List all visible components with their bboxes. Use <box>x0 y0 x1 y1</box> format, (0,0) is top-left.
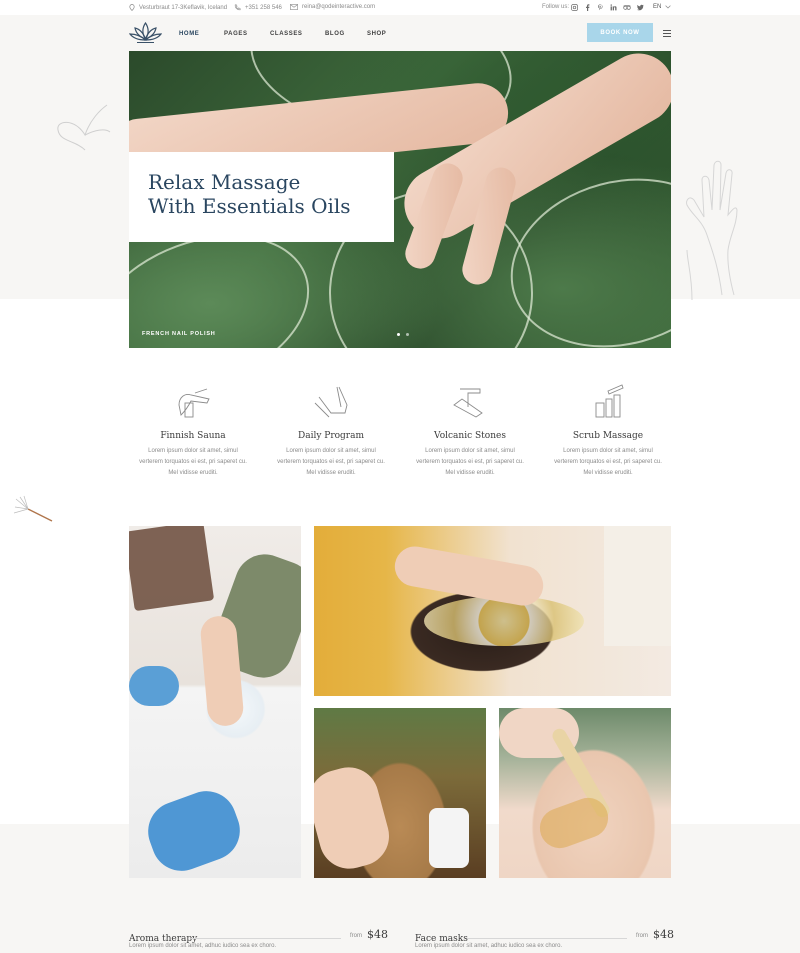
price-from-label: from <box>350 933 362 939</box>
language-text[interactable]: EN <box>653 4 661 10</box>
follow-label: Follow us: <box>542 4 569 10</box>
butterfly-decoration-icon <box>57 104 111 151</box>
service-title: Scrub Massage <box>572 431 644 441</box>
social-links <box>571 4 644 11</box>
pinterest-icon[interactable] <box>597 4 604 11</box>
top-info-bar: Vesturbraut 17-3Keflavik, Iceland +351 2… <box>0 0 800 15</box>
nav-item-blog[interactable]: BLOG <box>325 31 367 37</box>
nav-item-pages[interactable]: PAGES <box>224 31 270 37</box>
hero-caption: FRENCH NAIL POLISH <box>142 331 216 337</box>
email-text[interactable]: reina@qodeinteractive.com <box>302 4 375 10</box>
phone-text[interactable]: +351 258 546 <box>245 5 282 11</box>
language-selector[interactable]: EN <box>653 4 671 10</box>
price-item-face-masks[interactable]: Face masks from $48 Lorem ipsum dolor si… <box>415 928 674 949</box>
phone-info[interactable]: +351 258 546 <box>234 4 282 11</box>
service-description: Lorem ipsum dolor sit amet, simul verter… <box>139 448 247 476</box>
glove-shape <box>129 666 179 706</box>
service-title: Finnish Sauna <box>160 431 226 441</box>
menu-hamburger-icon[interactable] <box>663 30 671 37</box>
main-navigation: HOME PAGES CLASSES BLOG SHOP BOOK NOW <box>0 15 800 51</box>
slider-dot-1[interactable] <box>397 333 400 336</box>
lotus-logo-icon[interactable] <box>129 21 162 45</box>
price-value: $48 <box>653 928 674 941</box>
pedicure-icon <box>314 386 348 418</box>
chevron-down-icon <box>665 5 671 9</box>
service-description: Lorem ipsum dolor sit amet, simul verter… <box>277 448 385 476</box>
nav-item-home[interactable]: HOME <box>179 31 224 37</box>
price-item-aroma-therapy[interactable]: Aroma therapy from $48 Lorem ipsum dolor… <box>129 928 388 949</box>
price-divider <box>191 938 341 939</box>
slider-dot-2[interactable] <box>406 333 409 336</box>
mail-icon <box>290 4 298 10</box>
service-card-volcanic-stones[interactable]: Volcanic Stones Lorem ipsum dolor sit am… <box>405 383 535 479</box>
hand-shape <box>314 760 396 876</box>
robe-shape <box>604 526 671 646</box>
facebook-icon[interactable] <box>584 4 591 11</box>
gallery-photo-foot-spa[interactable] <box>314 708 486 878</box>
tripadvisor-icon[interactable] <box>623 4 631 11</box>
towel-shape <box>429 808 469 868</box>
hand-drawing-decoration-icon <box>686 160 738 300</box>
gallery-photo-waxing[interactable] <box>499 708 671 878</box>
twitter-icon[interactable] <box>637 4 644 11</box>
price-value: $48 <box>367 928 388 941</box>
service-description: Lorem ipsum dolor sit amet, simul verter… <box>554 448 662 476</box>
price-from-label: from <box>636 933 648 939</box>
address-info: Vesturbraut 17-3Keflavik, Iceland <box>129 4 227 11</box>
price-divider <box>467 938 627 939</box>
cosmetics-icon <box>595 384 624 418</box>
gallery-photo-manicure[interactable] <box>129 526 301 878</box>
linkedin-icon[interactable] <box>610 4 617 11</box>
flower-petals-shape <box>424 596 584 646</box>
dandelion-seed-decoration-icon <box>13 495 53 522</box>
service-description: Lorem ipsum dolor sit amet, simul verter… <box>416 448 524 476</box>
hero-title-line-2: With Essentials Oils <box>148 194 351 218</box>
follow-text: Follow us: <box>542 4 570 10</box>
nav-item-shop[interactable]: SHOP <box>367 31 407 37</box>
location-pin-icon <box>129 4 135 11</box>
service-title: Volcanic Stones <box>434 431 506 441</box>
hero-title-line-1: Relax Massage <box>148 170 301 194</box>
book-now-button[interactable]: BOOK NOW <box>587 23 653 42</box>
nail-file-icon <box>178 388 210 418</box>
price-description: Lorem ipsum dolor sit amet, adhuc iudico… <box>129 943 277 949</box>
instagram-icon[interactable] <box>571 4 578 11</box>
email-info[interactable]: reina@qodeinteractive.com <box>290 4 375 10</box>
brush-icon <box>453 388 483 418</box>
nav-item-classes[interactable]: CLASSES <box>270 31 325 37</box>
service-card-finnish-sauna[interactable]: Finnish Sauna Lorem ipsum dolor sit amet… <box>128 383 258 479</box>
tray-shape <box>129 526 215 612</box>
service-card-daily-program[interactable]: Daily Program Lorem ipsum dolor sit amet… <box>266 383 396 479</box>
slider-dots <box>397 333 409 336</box>
price-description: Lorem ipsum dolor sit amet, adhuc iudico… <box>415 943 563 949</box>
address-text: Vesturbraut 17-3Keflavik, Iceland <box>139 4 228 11</box>
phone-icon <box>234 4 241 11</box>
hero-title: Relax Massage With Essentials Oils <box>148 170 351 218</box>
service-card-scrub-massage[interactable]: Scrub Massage Lorem ipsum dolor sit amet… <box>543 383 673 479</box>
service-title: Daily Program <box>297 431 365 441</box>
gallery-photo-foot-bath[interactable] <box>314 526 671 696</box>
nav-menu: HOME PAGES CLASSES BLOG SHOP <box>179 31 407 37</box>
glove-shape <box>139 782 249 878</box>
